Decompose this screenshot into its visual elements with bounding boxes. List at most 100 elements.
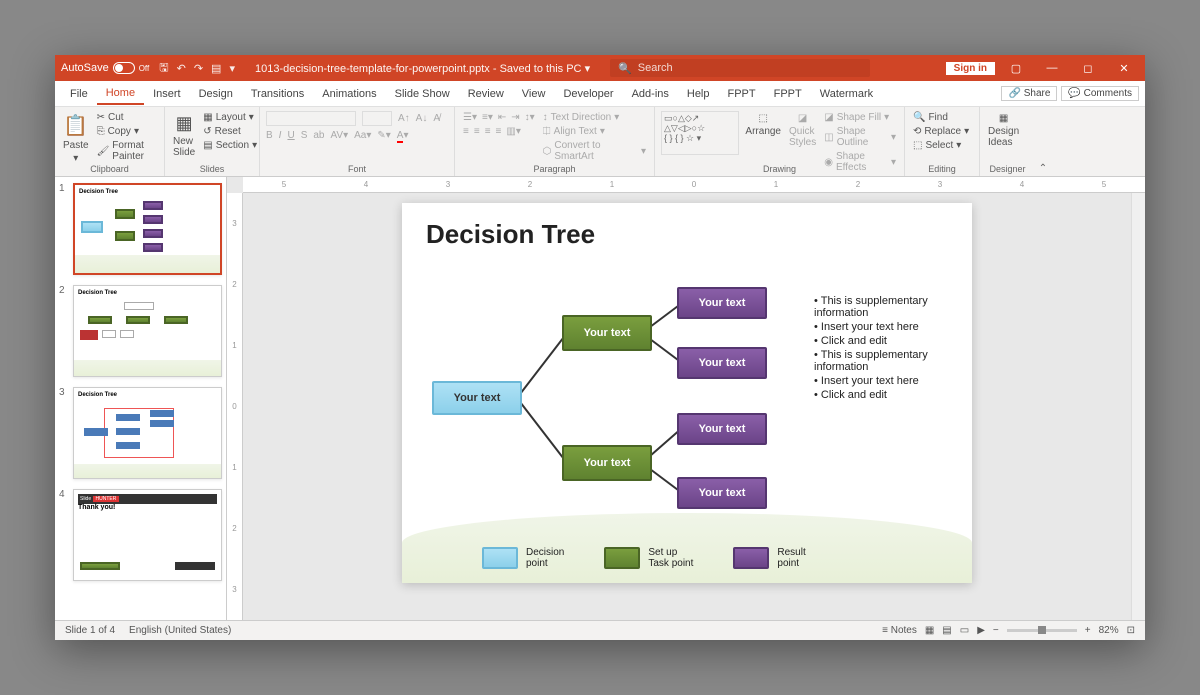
slide-thumbnail-1[interactable]: Decision Tree [73,183,222,275]
align-right-button[interactable]: ≡ [485,126,491,137]
bullet-list[interactable]: • This is supplementary information • In… [814,295,954,403]
justify-button[interactable]: ≡ [496,126,502,137]
align-center-button[interactable]: ≡ [474,126,480,137]
bold-button[interactable]: B [266,130,273,141]
comments-button[interactable]: 💬 Comments [1061,86,1139,101]
slideshow-icon[interactable]: ▤ [211,62,221,75]
chevron-down-icon[interactable]: ▾ [585,63,591,75]
slide-editor[interactable]: Decision Tree Your text Your text Your t… [402,203,972,583]
indent-right-button[interactable]: ⇥ [511,112,519,123]
bullets-button[interactable]: ☰▾ [463,112,477,123]
view-slideshow-icon[interactable]: ▶ [977,625,985,636]
strike-button[interactable]: S [301,130,308,141]
find-button[interactable]: 🔍 Find [911,111,971,124]
align-left-button[interactable]: ≡ [463,126,469,137]
decision-node-root[interactable]: Your text [432,381,522,415]
tab-transitions[interactable]: Transitions [242,84,313,104]
view-sorter-icon[interactable]: ▤ [942,625,951,636]
share-button[interactable]: 🔗 Share [1001,86,1057,101]
notes-button[interactable]: ≡ Notes [882,625,917,636]
autosave-toggle[interactable]: AutoSave Off [61,62,149,74]
task-node-1[interactable]: Your text [562,315,652,351]
quick-styles-button[interactable]: ◪Quick Styles [787,111,818,150]
zoom-slider[interactable] [1007,629,1077,632]
zoom-in-button[interactable]: + [1085,625,1091,636]
maximize-button[interactable]: ◻ [1073,62,1103,75]
minimize-button[interactable]: — [1037,62,1067,74]
tab-watermark[interactable]: Watermark [811,84,882,104]
case-button[interactable]: Aa▾ [354,130,371,141]
font-color-button[interactable]: A▾ [397,130,409,141]
italic-button[interactable]: I [279,130,282,141]
result-node-1[interactable]: Your text [677,287,767,319]
replace-button[interactable]: ⟲ Replace ▾ [911,125,971,138]
save-icon[interactable]: 🖫 [159,59,168,78]
clear-format-icon[interactable]: A̸ [433,113,440,124]
spacing-button[interactable]: AV▾ [330,130,348,141]
view-normal-icon[interactable]: ▦ [925,625,934,636]
zoom-out-button[interactable]: − [993,625,999,636]
result-node-2[interactable]: Your text [677,347,767,379]
tab-insert[interactable]: Insert [144,84,190,104]
tab-slideshow[interactable]: Slide Show [386,84,459,104]
tab-review[interactable]: Review [459,84,513,104]
new-slide-button[interactable]: ▦New Slide [171,111,197,160]
language-status[interactable]: English (United States) [129,625,231,636]
paste-button[interactable]: 📋Paste▾ [61,111,91,166]
highlight-button[interactable]: ✎▾ [377,130,390,141]
shadow-button[interactable]: ab [313,130,324,141]
decrease-font-icon[interactable]: A↓ [416,113,428,124]
tab-design[interactable]: Design [190,84,242,104]
redo-icon[interactable]: ↷ [194,62,203,75]
close-button[interactable]: ✕ [1109,62,1139,75]
underline-button[interactable]: U [287,130,294,141]
columns-button[interactable]: ▥▾ [506,126,520,137]
zoom-level[interactable]: 82% [1099,625,1119,636]
collapse-ribbon-icon[interactable]: ⌃ [1035,107,1051,176]
tab-fppt1[interactable]: FPPT [719,84,765,104]
font-size-select[interactable] [362,111,392,126]
text-direction-button[interactable]: ↕ Text Direction ▾ [541,111,648,124]
design-ideas-button[interactable]: ▦Design Ideas [986,111,1021,150]
result-node-3[interactable]: Your text [677,413,767,445]
tab-developer[interactable]: Developer [554,84,622,104]
signin-button[interactable]: Sign in [946,62,995,75]
arrange-button[interactable]: ⬚Arrange [743,111,783,139]
tab-home[interactable]: Home [97,83,144,105]
tab-addins[interactable]: Add-ins [623,84,678,104]
task-node-2[interactable]: Your text [562,445,652,481]
tab-fppt2[interactable]: FPPT [765,84,811,104]
shape-outline-button[interactable]: ◫ Shape Outline ▾ [822,125,898,149]
indent-left-button[interactable]: ⇤ [498,112,506,123]
shape-fill-button[interactable]: ◪ Shape Fill ▾ [822,111,898,124]
result-node-4[interactable]: Your text [677,477,767,509]
tab-view[interactable]: View [513,84,555,104]
select-button[interactable]: ⬚ Select ▾ [911,139,971,152]
tab-help[interactable]: Help [678,84,719,104]
numbering-button[interactable]: ≡▾ [482,112,493,123]
layout-button[interactable]: ▦ Layout ▾ [201,111,259,124]
ribbon-display-icon[interactable]: ▢ [1001,62,1031,75]
section-button[interactable]: ▤ Section ▾ [201,139,259,152]
search-input[interactable]: 🔍 Search [610,59,870,77]
shapes-gallery[interactable]: ▭○△◇↗△▽◁▷○☆{ } { } ☆ ▾ [661,111,739,155]
vertical-scrollbar[interactable] [1131,193,1145,620]
align-text-button[interactable]: ⎅ Align Text ▾ [541,125,648,138]
copy-button[interactable]: ⎘Copy ▾ [95,125,158,138]
slide-thumbnail-3[interactable]: Decision Tree [73,387,222,479]
dropdown-icon[interactable]: ▾ [229,62,235,75]
format-painter-button[interactable]: 🖌Format Painter [95,139,158,163]
font-family-select[interactable] [266,111,356,126]
slide-thumbnail-2[interactable]: Decision Tree [73,285,222,377]
slide-thumbnail-4[interactable]: Slide HUNTER Thank you! [73,489,222,581]
tab-file[interactable]: File [61,84,97,104]
fit-to-window-icon[interactable]: ⊡ [1127,625,1135,636]
cut-button[interactable]: ✂Cut [95,111,158,124]
undo-icon[interactable]: ↶ [177,62,186,75]
reset-button[interactable]: ↺ Reset [201,125,259,138]
line-spacing-button[interactable]: ↕▾ [525,112,535,123]
smartart-button[interactable]: ⬡ Convert to SmartArt ▾ [541,139,648,163]
view-reading-icon[interactable]: ▭ [960,625,969,636]
increase-font-icon[interactable]: A↑ [398,113,410,124]
tab-animations[interactable]: Animations [313,84,385,104]
